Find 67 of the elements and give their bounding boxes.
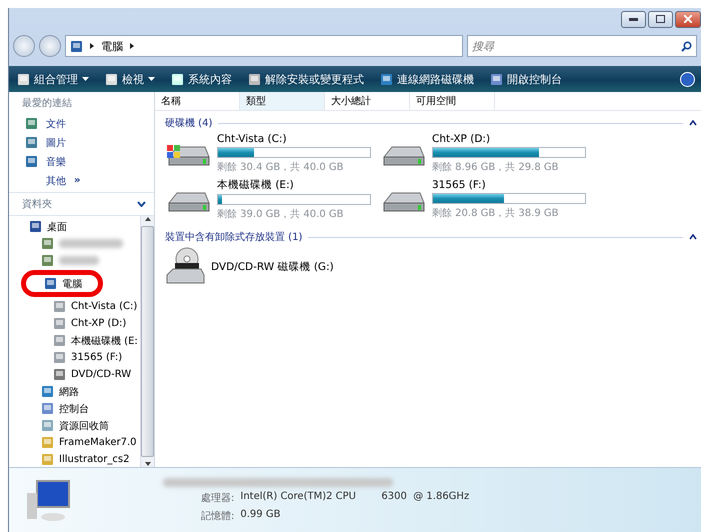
chevron-right-icon (89, 43, 95, 49)
tree-label: Illustrator_cs2 (59, 454, 130, 465)
search-icon (681, 40, 692, 52)
tree-label: 電腦 (62, 278, 82, 290)
tree-label: 資源回收筒 (59, 420, 109, 432)
caret-icon (148, 77, 155, 81)
tree-item[interactable]: FrameMaker7.0 (9, 434, 137, 451)
favorite-link[interactable]: 文件 (9, 114, 154, 133)
minimize-icon (629, 18, 638, 20)
tree-item[interactable]: 控制台 (9, 400, 89, 417)
close-button[interactable] (675, 10, 701, 28)
detail-row-text: 處理器: Intel(R) Core(TM)2 CPU 6300 @ 1.86GHz (200, 490, 470, 504)
toolbar-button[interactable]: 開啟控制台 (488, 70, 564, 88)
tree-item[interactable]: Cht-XP (D:) (9, 315, 126, 332)
tree-item[interactable]: 網路 (9, 383, 79, 400)
tree-label: Cht-Vista (C:) (71, 301, 138, 312)
maximize-icon (656, 15, 665, 23)
circled-tree-item[interactable]: 電腦 (21, 270, 103, 297)
toolbar-button[interactable]: 連線網路磁碟機 (378, 70, 476, 88)
tree-label: 本機磁碟機 (E: (71, 334, 138, 348)
maximize-button[interactable] (648, 10, 673, 28)
toolbar-button[interactable]: 系統內容 (169, 70, 234, 88)
tree-item[interactable]: Cht-Vista (C:) (9, 298, 138, 315)
drive-item[interactable]: DVD/CD-RW 磁碟機 (G:) (165, 247, 380, 287)
tree-item[interactable]: 資源回收筒 (9, 417, 109, 434)
drive-item[interactable]: Cht-XP (D:) 剩餘 8.96 GB，共 29.8 GB (380, 133, 595, 174)
tree-label: 31565 (F:) (71, 352, 122, 363)
scrollbar[interactable] (140, 216, 154, 467)
collapse-icon[interactable] (689, 120, 697, 126)
tree-item[interactable]: DVD/CD-RW (9, 366, 132, 383)
favorite-link[interactable]: 音樂 (9, 152, 154, 171)
tree-label: FrameMaker7.0 (59, 437, 137, 448)
drive-item[interactable]: 31565 (F:) 剩餘 20.8 GB，共 38.9 GB (380, 178, 595, 221)
tree-item[interactable]: 桌面 (9, 218, 67, 235)
address-bar[interactable]: 電腦 (65, 35, 463, 57)
search-field[interactable]: 搜尋 (467, 35, 697, 57)
tree-item[interactable]: Illustrator_cs2 (9, 451, 130, 467)
chevron-right-icon (129, 43, 135, 49)
section-title: 資料夾 (22, 198, 52, 211)
tree-item[interactable]: 本機磁碟機 (E: (9, 332, 138, 349)
collapse-icon[interactable] (689, 234, 697, 240)
column-header[interactable]: 類型 (240, 92, 325, 110)
blurred-label (59, 256, 99, 265)
chevron-down-icon[interactable] (137, 201, 146, 207)
drive-item[interactable]: Cht-Vista (C:) 剩餘 30.4 GB，共 40.0 GB (165, 133, 380, 174)
toolbar-button[interactable]: 檢視 (103, 70, 157, 88)
detail-row-text: 記憶體: 0.99 GB (200, 508, 282, 522)
tree-label: 網路 (59, 386, 79, 398)
scroll-up-icon (144, 216, 150, 222)
toolbar-button[interactable]: 組合管理 (15, 70, 91, 88)
tree-label: DVD/CD-RW (71, 369, 132, 380)
breadcrumb[interactable]: 電腦 (101, 38, 123, 54)
more-link[interactable]: 其他 » (9, 171, 154, 190)
section-title: 最愛的連結 (22, 96, 72, 110)
tree-item[interactable]: 31565 (F:) (9, 349, 122, 366)
tree-label: 桌面 (47, 220, 67, 234)
group-title[interactable]: 硬碟機 (4) (165, 116, 212, 130)
favorite-link[interactable]: 圖片 (9, 133, 154, 152)
blurred-label (59, 239, 123, 248)
drive-item[interactable]: 本機磁碟機 (E:) 剩餘 39.0 GB，共 40.0 GB (165, 178, 380, 221)
minimize-button[interactable] (621, 10, 646, 28)
group-title[interactable]: 裝置中含有卸除式存放裝置 (1) (165, 230, 302, 244)
toolbar-button[interactable]: 解除安裝或變更程式 (246, 70, 366, 88)
tree-label: Cht-XP (D:) (71, 318, 126, 329)
caret-icon (82, 77, 89, 81)
tree-label: 控制台 (59, 402, 89, 416)
close-icon (684, 15, 692, 23)
